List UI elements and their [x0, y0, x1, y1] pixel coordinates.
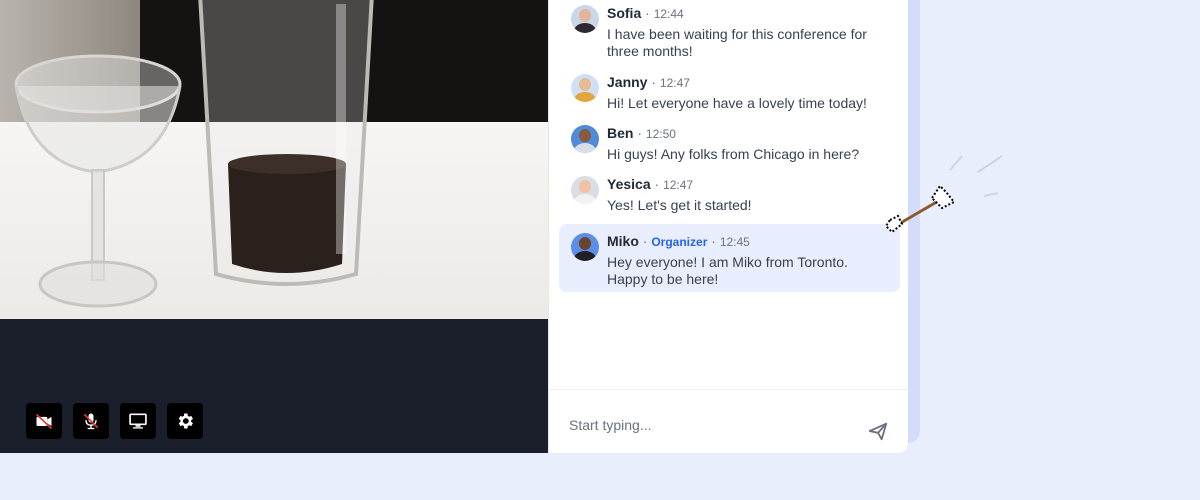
mic-off-button[interactable]	[73, 403, 109, 439]
send-button[interactable]	[867, 420, 891, 444]
mic-off-icon	[83, 413, 99, 430]
message-time: 12:47	[663, 178, 694, 192]
message-time: 12:45	[719, 235, 750, 249]
monitor-icon	[129, 413, 147, 429]
camera-off-button[interactable]	[26, 403, 62, 439]
chat-message: Sofia · 12:44 I have been waiting for th…	[559, 4, 900, 60]
sender-name: Sofia	[607, 5, 642, 21]
message-text: I have been waiting for this conference …	[607, 26, 867, 59]
organizer-badge: Organizer	[651, 235, 708, 249]
video-feed	[0, 0, 548, 319]
tumbler-glass-image	[198, 0, 374, 286]
magic-wand-cursor-icon	[884, 155, 1003, 234]
video-panel	[0, 0, 548, 453]
message-time: 12:44	[653, 7, 684, 21]
sender-name: Ben	[607, 125, 634, 141]
message-text: Hi guys! Any folks from Chicago in here?	[607, 146, 860, 162]
message-time: 12:47	[659, 76, 690, 90]
chat-message-highlighted: Miko · Organizer · 12:45 Hey everyone! I…	[559, 224, 900, 292]
avatar	[571, 74, 599, 102]
call-controls	[26, 403, 203, 439]
avatar	[571, 125, 599, 153]
settings-button[interactable]	[167, 403, 203, 439]
video-off-icon	[35, 413, 53, 430]
message-input[interactable]	[569, 416, 849, 434]
sender-name: Janny	[607, 74, 648, 90]
avatar	[571, 5, 599, 33]
coupe-glass-image	[14, 54, 182, 308]
sender-name: Yesica	[607, 176, 651, 192]
chat-message: Janny · 12:47 Hi! Let everyone have a lo…	[559, 73, 900, 112]
sender-name: Miko	[607, 233, 639, 249]
chat-message: Ben · 12:50 Hi guys! Any folks from Chic…	[559, 124, 900, 163]
conference-window: Sofia · 12:44 I have been waiting for th…	[0, 0, 920, 453]
avatar	[571, 176, 599, 204]
message-text: Hey everyone! I am Miko from Toronto. Ha…	[607, 254, 848, 287]
message-text: Yes! Let's get it started!	[607, 197, 752, 213]
gear-icon	[178, 413, 193, 429]
send-icon	[868, 422, 888, 441]
avatar	[571, 233, 599, 261]
message-text: Hi! Let everyone have a lovely time toda…	[607, 95, 867, 111]
message-composer	[549, 389, 909, 453]
chat-message: Yesica · 12:47 Yes! Let's get it started…	[559, 175, 900, 214]
message-time: 12:50	[645, 127, 676, 141]
chat-panel: Sofia · 12:44 I have been waiting for th…	[548, 0, 909, 453]
share-screen-button[interactable]	[120, 403, 156, 439]
